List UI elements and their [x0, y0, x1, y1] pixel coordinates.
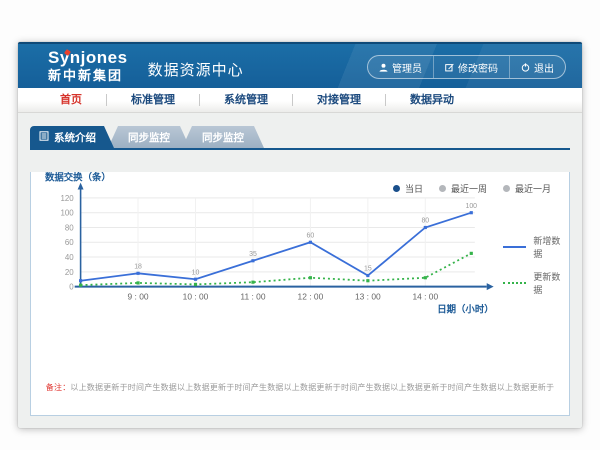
svg-text:9 : 00: 9 : 00: [128, 291, 149, 301]
change-password-button[interactable]: 修改密码: [433, 56, 509, 78]
filter-option-last-month-label: 最近一月: [515, 182, 551, 195]
tab-sync-monitor-2[interactable]: 同步监控: [182, 126, 264, 148]
app-window: Synjones 新中新集团 数据资源中心 管理员 修改密码: [18, 42, 582, 428]
note-label: 备注：: [46, 383, 71, 392]
note-text: 以上数据更新于时间产生数据以上数据更新于时间产生数据以上数据更新于时间产生数据以…: [70, 383, 554, 392]
nav-item-interface-mgmt[interactable]: 对接管理: [293, 88, 385, 112]
svg-text:数据交换（条）: 数据交换（条）: [44, 172, 111, 183]
svg-text:100: 100: [60, 209, 74, 218]
svg-text:13 : 00: 13 : 00: [355, 291, 381, 301]
svg-text:10 : 00: 10 : 00: [183, 291, 209, 301]
content-panel: 当日 最近一周 最近一月 数据交换（条） 日期（小时） 0 20 40 60 80 100 12…: [30, 172, 570, 416]
app-header: Synjones 新中新集团 数据资源中心 管理员 修改密码: [18, 42, 582, 88]
svg-text:120: 120: [60, 194, 74, 203]
change-password-label: 修改密码: [458, 60, 498, 75]
svg-text:40: 40: [65, 253, 74, 262]
svg-text:60: 60: [65, 238, 74, 247]
edit-icon: [445, 63, 454, 72]
tab-underline: [30, 148, 570, 150]
radio-unselected-icon: [439, 185, 446, 192]
filter-option-today-label: 当日: [405, 182, 423, 195]
tab-system-intro[interactable]: 系统介绍: [30, 126, 114, 148]
svg-text:80: 80: [65, 223, 74, 232]
user-icon: [379, 63, 388, 72]
footer-note: 备注：以上数据更新于时间产生数据以上数据更新于时间产生数据以上数据更新于时间产生…: [31, 382, 569, 393]
svg-text:0: 0: [69, 283, 74, 292]
nav-item-system-mgmt[interactable]: 系统管理: [200, 88, 292, 112]
filter-option-last-week[interactable]: 最近一周: [439, 182, 487, 195]
legend-item-updated-data: 更新数据: [503, 270, 569, 296]
radio-unselected-icon: [503, 185, 510, 192]
svg-text:100: 100: [465, 203, 477, 210]
tab-sync-monitor-1[interactable]: 同步监控: [108, 126, 190, 148]
legend-item-new-data: 新增数据: [503, 234, 569, 260]
user-menu: 管理员 修改密码 退出: [367, 55, 566, 79]
power-icon: [521, 63, 530, 72]
logout-label: 退出: [534, 60, 554, 75]
legend-updated-data-label: 更新数据: [533, 270, 569, 296]
radio-selected-icon: [393, 185, 400, 192]
main-nav: 首页 标准管理 系统管理 对接管理 数据异动: [18, 88, 582, 113]
svg-text:10: 10: [192, 269, 200, 276]
document-icon: [39, 131, 49, 144]
solid-line-icon: [503, 246, 527, 248]
svg-text:14 : 00: 14 : 00: [412, 291, 438, 301]
svg-text:35: 35: [249, 251, 257, 258]
tab-bar: 系统介绍 同步监控 同步监控: [30, 126, 570, 148]
filter-option-today[interactable]: 当日: [393, 182, 423, 195]
svg-text:80: 80: [421, 218, 429, 225]
legend-new-data-label: 新增数据: [533, 234, 569, 260]
dotted-line-icon: [503, 282, 527, 284]
brand-logo-text: Synjones: [48, 49, 128, 67]
svg-text:12 : 00: 12 : 00: [298, 291, 324, 301]
admin-user-label: 管理员: [392, 60, 422, 75]
filter-option-last-month[interactable]: 最近一月: [503, 182, 551, 195]
nav-item-home[interactable]: 首页: [36, 88, 106, 112]
nav-item-standard-mgmt[interactable]: 标准管理: [107, 88, 199, 112]
admin-user-button[interactable]: 管理员: [368, 56, 433, 78]
svg-text:15: 15: [364, 266, 372, 273]
app-title: 数据资源中心: [148, 59, 244, 80]
tab-system-intro-label: 系统介绍: [54, 130, 96, 145]
tab-sync-monitor-2-label: 同步监控: [202, 130, 244, 145]
svg-text:60: 60: [307, 232, 315, 239]
tab-sync-monitor-1-label: 同步监控: [128, 130, 170, 145]
logout-button[interactable]: 退出: [509, 56, 565, 78]
nav-item-data-change[interactable]: 数据异动: [386, 88, 478, 112]
svg-text:20: 20: [65, 268, 74, 277]
svg-text:11 : 00: 11 : 00: [240, 291, 265, 301]
svg-text:18: 18: [134, 263, 142, 270]
svg-text:日期（小时）: 日期（小时）: [437, 303, 493, 314]
filter-option-last-week-label: 最近一周: [451, 182, 487, 195]
brand-logo: Synjones 新中新集团: [48, 49, 128, 82]
period-filter: 当日 最近一周 最近一月: [393, 182, 551, 195]
chart-legend: 新增数据 更新数据: [503, 234, 569, 322]
brand-company-name: 新中新集团: [48, 69, 128, 83]
